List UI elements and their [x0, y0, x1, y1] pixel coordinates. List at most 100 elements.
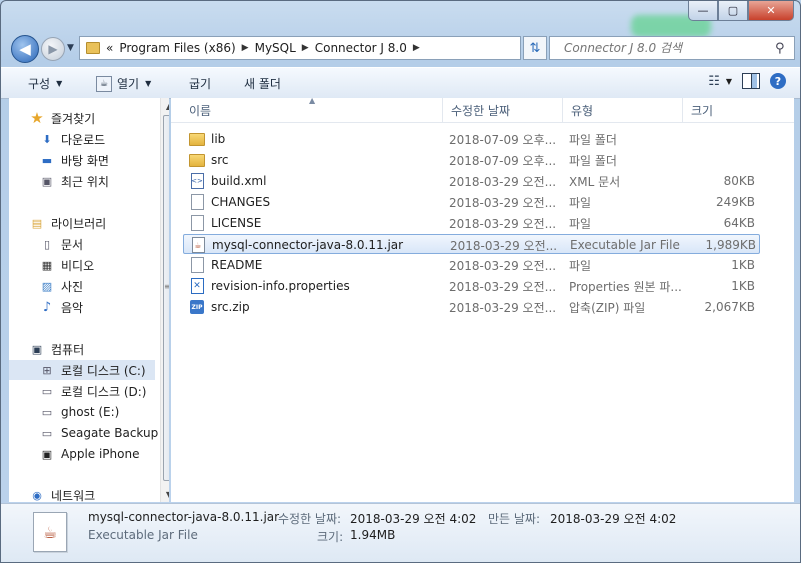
- file-list: 이름 ▲ 수정한 날짜 유형 크기 lib 2018-07-09 오후... 파…: [171, 96, 794, 502]
- column-type[interactable]: 유형: [563, 98, 683, 122]
- nav-seagate[interactable]: ▭ Seagate Backup: [39, 423, 169, 443]
- nav-videos-label: 비디오: [61, 258, 95, 273]
- drive-icon: ▭: [41, 405, 53, 419]
- details-file-type: Executable Jar File: [88, 528, 198, 542]
- help-icon[interactable]: ?: [770, 73, 786, 89]
- file-row[interactable]: README 2018-03-29 오전... 파일 1KB: [183, 255, 760, 275]
- grip-icon: ≡: [164, 282, 169, 291]
- sort-ascending-icon: ▲: [309, 96, 316, 105]
- file-name: revision-info.properties: [211, 279, 350, 293]
- nav-local-disk-c[interactable]: ⊞ 로컬 디스크 (C:): [9, 360, 155, 380]
- nav-documents-label: 문서: [61, 237, 84, 252]
- open-button[interactable]: ☕ 열기 ▼: [96, 75, 151, 92]
- minimize-button[interactable]: —: [688, 1, 718, 21]
- scroll-down-icon[interactable]: ▼: [161, 486, 169, 502]
- breadcrumb-program-files[interactable]: Program Files (x86): [119, 41, 235, 55]
- search-icon[interactable]: ⚲: [775, 41, 785, 56]
- nav-iphone-label: Apple iPhone: [61, 447, 140, 461]
- burn-button[interactable]: 굽기: [189, 75, 211, 92]
- organize-button[interactable]: 구성 ▼: [28, 75, 62, 92]
- file-size: 2,067KB: [704, 300, 755, 314]
- pictures-icon: ▨: [41, 279, 53, 293]
- maximize-button[interactable]: ▢: [718, 1, 748, 21]
- nav-videos[interactable]: ▦ 비디오: [39, 255, 169, 275]
- network-icon: ◉: [32, 488, 42, 502]
- nav-computer[interactable]: ▣ 컴퓨터: [29, 339, 169, 359]
- nav-downloads[interactable]: ⬇ 다운로드: [39, 129, 169, 149]
- file-type: 파일 폴더: [569, 153, 617, 168]
- search-input[interactable]: [562, 40, 771, 56]
- burn-label: 굽기: [189, 77, 212, 91]
- file-date: 2018-03-29 오전...: [449, 195, 557, 210]
- nav-recent[interactable]: ▣ 최근 위치: [39, 171, 169, 191]
- file-row[interactable]: ✕ revision-info.properties 2018-03-29 오전.…: [183, 276, 760, 296]
- chevron-right-icon[interactable]: ▶: [413, 43, 420, 53]
- open-with-icon: ☕: [96, 75, 112, 92]
- column-size[interactable]: 크기: [683, 98, 763, 122]
- refresh-button[interactable]: ⇅: [523, 36, 547, 60]
- file-date: 2018-03-29 오전...: [450, 238, 558, 253]
- nav-pictures[interactable]: ▨ 사진: [39, 276, 169, 296]
- file-date: 2018-03-29 오전...: [449, 300, 557, 315]
- nav-seagate-label: Seagate Backup: [61, 426, 159, 440]
- nav-music-label: 음악: [61, 300, 84, 315]
- nav-music[interactable]: ♪ 음악: [39, 297, 169, 317]
- breadcrumb-connector[interactable]: Connector J 8.0: [315, 41, 407, 55]
- navigation-scrollbar[interactable]: ▲ ≡ ▼: [160, 98, 169, 502]
- libraries-icon: ▤: [31, 216, 43, 230]
- chevron-down-icon[interactable]: ▼: [726, 77, 732, 86]
- column-name-label: 이름: [189, 103, 212, 118]
- file-row[interactable]: LICENSE 2018-03-29 오전... 파일 64KB: [183, 213, 760, 233]
- file-date: 2018-03-29 오전...: [449, 216, 557, 231]
- search-box[interactable]: ⚲: [549, 36, 795, 60]
- nav-local-disk-d[interactable]: ▭ 로컬 디스크 (D:): [39, 381, 169, 401]
- column-header-row: 이름 ▲ 수정한 날짜 유형 크기: [171, 96, 794, 123]
- recent-pages-dropdown[interactable]: ▼: [67, 43, 74, 53]
- breadcrumb-overflow[interactable]: «: [106, 41, 113, 55]
- address-bar[interactable]: « Program Files (x86) ▶ MySQL ▶ Connecto…: [79, 36, 592, 60]
- file-size: 64KB: [723, 216, 755, 230]
- nav-favorites-label: 즐겨찾기: [51, 111, 96, 126]
- chevron-right-icon[interactable]: ▶: [242, 43, 249, 53]
- nav-desktop[interactable]: ▬ 바탕 화면: [39, 150, 169, 170]
- title-bar: — ▢ ✕: [1, 1, 800, 37]
- forward-button[interactable]: ▶: [41, 37, 65, 61]
- preview-pane-icon[interactable]: [742, 73, 760, 89]
- column-name[interactable]: 이름 ▲: [171, 96, 443, 122]
- file-row-selected[interactable]: ☕ mysql-connector-java-8.0.11.jar 2018-03…: [183, 234, 760, 254]
- view-options-icon[interactable]: ☷: [708, 74, 720, 89]
- zip-file-icon: ZIP: [190, 300, 204, 314]
- nav-documents[interactable]: ▯ 문서: [39, 234, 169, 254]
- nav-favorites[interactable]: ★ 즐겨찾기: [29, 108, 169, 128]
- file-row[interactable]: lib 2018-07-09 오후... 파일 폴더: [183, 129, 760, 149]
- folder-icon: [189, 153, 205, 167]
- nav-ghost[interactable]: ▭ ghost (E:): [39, 402, 169, 422]
- file-row[interactable]: CHANGES 2018-03-29 오전... 파일 249KB: [183, 192, 760, 212]
- file-date: 2018-03-29 오전...: [449, 279, 557, 294]
- new-folder-button[interactable]: 새 폴더: [244, 75, 281, 92]
- file-type: Executable Jar File: [570, 238, 680, 252]
- file-row[interactable]: ZIP src.zip 2018-03-29 오전... 압축(ZIP) 파일 2…: [183, 297, 760, 317]
- file-row[interactable]: src 2018-07-09 오후... 파일 폴더: [183, 150, 760, 170]
- back-button[interactable]: ◀: [11, 35, 39, 63]
- scrollbar-thumb[interactable]: [163, 115, 169, 481]
- breadcrumb-mysql[interactable]: MySQL: [255, 41, 296, 55]
- file-name: LICENSE: [211, 216, 262, 230]
- close-button[interactable]: ✕: [748, 1, 794, 21]
- arrow-left-icon: ◀: [19, 40, 31, 58]
- file-name: lib: [211, 132, 226, 146]
- nav-local-d-label: 로컬 디스크 (D:): [61, 384, 147, 399]
- file-type: 파일: [569, 216, 592, 231]
- nav-libraries[interactable]: ▤ 라이브러리: [29, 213, 169, 233]
- nav-libraries-label: 라이브러리: [51, 216, 107, 231]
- file-row[interactable]: <> build.xml 2018-03-29 오전... XML 문서 80KB: [183, 171, 760, 191]
- scroll-up-icon[interactable]: ▲: [161, 98, 169, 114]
- nav-iphone[interactable]: ▣ Apple iPhone: [39, 444, 169, 464]
- nav-network[interactable]: ◉ 네트워크: [29, 485, 169, 503]
- file-type: 파일 폴더: [569, 132, 617, 147]
- file-size: 1KB: [731, 279, 755, 293]
- chevron-right-icon[interactable]: ▶: [302, 43, 309, 53]
- file-size: 1,989KB: [705, 238, 756, 252]
- column-date[interactable]: 수정한 날짜: [443, 98, 563, 122]
- refresh-icon: ⇅: [529, 40, 541, 56]
